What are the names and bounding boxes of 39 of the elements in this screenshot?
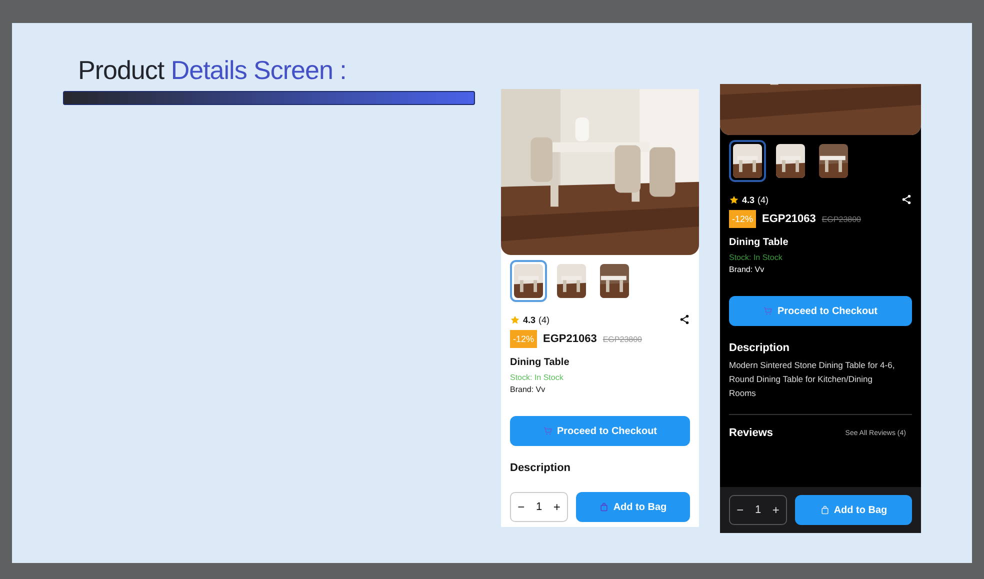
- star-icon: [729, 194, 739, 204]
- rating-count: (4): [758, 194, 769, 204]
- cart-icon: [763, 306, 774, 316]
- old-price: EGP23800: [822, 214, 861, 224]
- thumbnail-button[interactable]: [510, 260, 547, 302]
- bag-icon: [820, 505, 830, 515]
- description-heading: Description: [728, 341, 791, 354]
- discount-badge: -12%: [729, 210, 756, 228]
- product-name: Dining Table: [728, 236, 790, 248]
- stock-status: Stock: In Stock: [728, 252, 784, 262]
- brand-label: Brand: Vv: [728, 264, 766, 274]
- reviews-heading: Reviews: [729, 427, 774, 439]
- plus-button[interactable]: +: [551, 500, 562, 514]
- minus-button[interactable]: −: [734, 503, 746, 517]
- thumbnail-button[interactable]: [729, 140, 766, 182]
- product-name: Dining Table: [509, 356, 570, 368]
- description-heading: Description: [509, 461, 572, 474]
- rating-value: 4.3: [523, 314, 536, 324]
- brand-label: Brand: Vv: [509, 384, 546, 394]
- bag-icon: [599, 502, 610, 512]
- quantity-value: 1: [536, 501, 542, 513]
- discount-badge: -12%: [510, 330, 538, 348]
- share-icon[interactable]: [679, 314, 690, 325]
- price: EGP21063: [762, 213, 816, 225]
- quantity-value: 1: [754, 504, 762, 516]
- rating-value: 4.3: [742, 194, 755, 204]
- quantity-stepper[interactable]: − 1 +: [510, 492, 568, 522]
- description-text: Modern Sintered Stone Dining Table for 4-6, Round Dining Table for Kitchen/Dining Rooms: [728, 359, 896, 400]
- cart-icon: [542, 426, 553, 436]
- minus-button[interactable]: −: [516, 500, 527, 514]
- plus-button[interactable]: +: [770, 503, 782, 517]
- star-icon: [510, 314, 520, 324]
- slide-title: Product Details Screen :: [78, 54, 348, 87]
- price: EGP21063: [543, 333, 597, 345]
- rating-count: (4): [538, 314, 550, 324]
- quantity-stepper[interactable]: − 1 +: [729, 495, 787, 525]
- old-price: EGP23800: [602, 334, 642, 344]
- stock-status: Stock: In Stock: [509, 372, 564, 382]
- share-icon[interactable]: [901, 194, 912, 205]
